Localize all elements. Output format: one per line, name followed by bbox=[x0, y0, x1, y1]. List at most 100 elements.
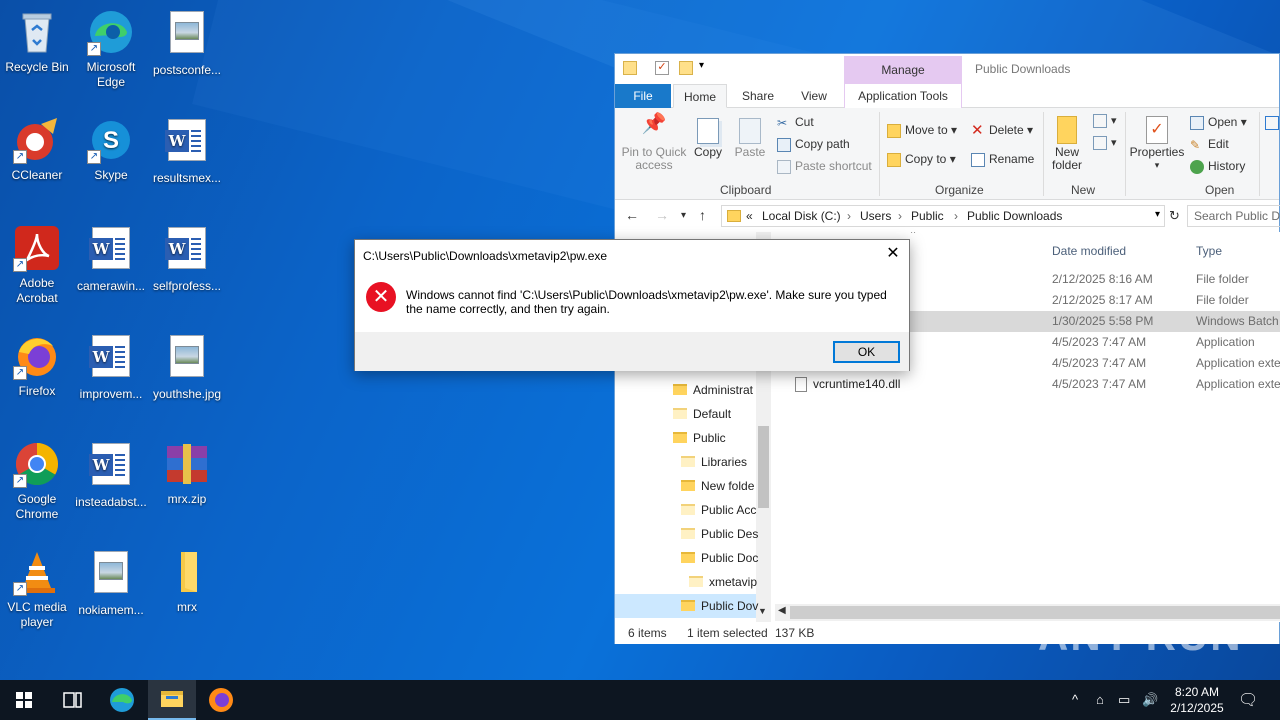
cut-button[interactable]: ✂ Cut bbox=[777, 115, 814, 130]
nav-item-new-folder[interactable]: New folde bbox=[681, 475, 754, 497]
tab-share[interactable]: Share bbox=[733, 84, 783, 108]
image-file-icon bbox=[87, 551, 135, 599]
address-dropdown-icon[interactable]: ▾ bbox=[1155, 209, 1160, 220]
desktop-icon-label: CCleaner bbox=[11, 168, 63, 182]
search-input[interactable]: Search Public Downloads bbox=[1187, 205, 1280, 227]
close-icon[interactable]: ✕ bbox=[883, 244, 903, 264]
breadcrumb-separator-icon: › bbox=[954, 209, 958, 223]
breadcrumb-public-downloads[interactable]: Public Downloads bbox=[967, 209, 1062, 223]
desktop-icon-acrobat[interactable]: ↗ Adobe Acrobat bbox=[0, 224, 74, 306]
file-row[interactable]: vcruntime140.dll 4/5/2023 7:47 AM Applic… bbox=[775, 374, 1280, 395]
pin-to-quick-access-button[interactable]: 📌 Pin to Quick access bbox=[621, 114, 687, 172]
desktop-icon-mrx-zip[interactable]: mrx.zip bbox=[150, 440, 224, 507]
taskbar-firefox[interactable] bbox=[197, 680, 245, 720]
desktop-icon-label: camerawin... bbox=[76, 279, 146, 293]
desktop-icon-mrx-folder[interactable]: mrx bbox=[150, 548, 224, 615]
desktop-icon-nokiamem[interactable]: nokiamem... bbox=[74, 548, 148, 618]
desktop-icon-youthshe[interactable]: youthshe.jpg bbox=[150, 332, 224, 402]
new-folder-button[interactable]: New folder bbox=[1047, 116, 1087, 172]
nav-item-public-desktop[interactable]: Public Des bbox=[681, 523, 758, 545]
tab-file[interactable]: File bbox=[615, 84, 671, 108]
breadcrumb-public[interactable]: Public bbox=[911, 209, 944, 223]
edit-icon: ✎ bbox=[1190, 137, 1201, 152]
nav-item-libraries[interactable]: Libraries bbox=[681, 451, 747, 473]
paste-button[interactable]: Paste bbox=[733, 118, 767, 159]
nav-item-public-documents[interactable]: Public Doc bbox=[681, 547, 758, 569]
folder-icon bbox=[673, 384, 687, 396]
nav-item-public[interactable]: Public bbox=[673, 427, 726, 449]
scroll-left-chevron-icon[interactable]: ◀ bbox=[778, 605, 786, 616]
show-hidden-icons-chevron-icon[interactable]: ^ bbox=[1072, 692, 1078, 707]
edit-button[interactable]: ✎ Edit bbox=[1190, 137, 1229, 152]
recent-locations-chevron-icon[interactable]: ▾ bbox=[681, 210, 686, 221]
notifications-icon[interactable]: 🗨 bbox=[1238, 690, 1258, 710]
taskbar-file-explorer[interactable] bbox=[148, 680, 196, 720]
desktop-icon-resultsmex[interactable]: W resultsmex... bbox=[150, 116, 224, 186]
nav-item-administrator[interactable]: Administrat bbox=[673, 379, 753, 401]
tab-application-tools[interactable]: Application Tools bbox=[844, 84, 962, 108]
volume-icon[interactable]: 🔊 bbox=[1142, 692, 1158, 708]
title-bar[interactable]: ✓ ▾ Manage Public Downloads bbox=[615, 54, 1279, 84]
taskbar-clock[interactable]: 8:20 AM 2/12/2025 bbox=[1160, 684, 1234, 716]
task-view-button[interactable] bbox=[48, 680, 96, 720]
selection-count: 1 item selected bbox=[687, 626, 768, 640]
scroll-down-chevron-icon[interactable]: ▼ bbox=[758, 606, 767, 616]
breadcrumb-local-disk[interactable]: Local Disk (C:) bbox=[762, 209, 841, 223]
refresh-icon[interactable]: ↻ bbox=[1169, 208, 1180, 224]
network-icon[interactable]: ▭ bbox=[1118, 692, 1130, 708]
desktop-icon-chrome[interactable]: ↗ Google Chrome bbox=[0, 440, 74, 522]
column-header-type[interactable]: Type bbox=[1196, 244, 1222, 258]
start-button[interactable] bbox=[0, 680, 48, 720]
properties-quick-icon[interactable]: ✓ bbox=[655, 61, 669, 75]
desktop-icon-skype[interactable]: S ↗ Skype bbox=[74, 116, 148, 183]
nav-item-default[interactable]: Default bbox=[673, 403, 731, 425]
taskbar-edge[interactable] bbox=[98, 680, 146, 720]
tab-view[interactable]: View bbox=[791, 84, 837, 108]
nav-scrollbar-thumb[interactable] bbox=[758, 426, 769, 508]
copy-path-button[interactable]: Copy path bbox=[777, 137, 850, 152]
properties-button[interactable]: ✓ Properties ▾ bbox=[1129, 116, 1185, 172]
ok-button[interactable]: OK bbox=[833, 341, 900, 363]
paste-shortcut-button[interactable]: Paste shortcut bbox=[777, 159, 872, 174]
desktop-icon-camerawin[interactable]: W camerawin... bbox=[74, 224, 148, 294]
desktop-icon-vlc[interactable]: ↗ VLC media player bbox=[0, 548, 74, 630]
new-item-button[interactable]: ▾ bbox=[1093, 114, 1117, 129]
column-header-date[interactable]: Date modified bbox=[1052, 244, 1126, 258]
address-field[interactable]: « Local Disk (C:) › Users › Public › Pub… bbox=[721, 205, 1165, 227]
history-button[interactable]: History bbox=[1190, 159, 1245, 174]
desktop-icon-label: Skype bbox=[94, 168, 128, 182]
folder-icon bbox=[681, 504, 695, 516]
desktop-icon-edge[interactable]: ↗ Microsoft Edge bbox=[74, 8, 148, 90]
breadcrumb-overflow[interactable]: « bbox=[746, 209, 753, 223]
copy-to-button[interactable]: Copy to ▾ bbox=[887, 152, 956, 167]
quick-access-dropdown-icon[interactable]: ▾ bbox=[699, 60, 704, 71]
forward-arrow-icon[interactable]: → bbox=[655, 207, 669, 223]
desktop-icon-ccleaner[interactable]: ↗ CCleaner bbox=[0, 116, 74, 183]
nav-item-xmetavip[interactable]: xmetavip bbox=[689, 571, 757, 593]
desktop-icon-label: Adobe Acrobat bbox=[16, 276, 58, 305]
tab-manage[interactable]: Manage bbox=[844, 56, 962, 84]
up-arrow-icon[interactable]: ↑ bbox=[699, 207, 706, 223]
copy-button[interactable]: Copy bbox=[691, 118, 725, 159]
desktop-icon-improvem[interactable]: W improvem... bbox=[74, 332, 148, 402]
select-all-button[interactable] bbox=[1265, 115, 1280, 130]
error-dialog[interactable]: C:\Users\Public\Downloads\xmetavip2\pw.e… bbox=[354, 239, 910, 371]
nav-item-public-account-pictures[interactable]: Public Acc bbox=[681, 499, 756, 521]
desktop-icon-recycle-bin[interactable]: Recycle Bin bbox=[0, 8, 74, 75]
tab-home[interactable]: Home bbox=[673, 84, 727, 108]
rename-button[interactable]: Rename bbox=[971, 152, 1034, 167]
desktop-icon-postsconfe[interactable]: postsconfe... bbox=[150, 8, 224, 78]
desktop-icon-firefox[interactable]: ↗ Firefox bbox=[0, 332, 74, 399]
device-icon[interactable]: ⌂ bbox=[1096, 692, 1104, 707]
desktop-icon-selfprofess[interactable]: W selfprofess... bbox=[150, 224, 224, 294]
delete-button[interactable]: ✕ Delete ▾ bbox=[971, 123, 1033, 138]
new-folder-quick-icon[interactable] bbox=[679, 61, 693, 75]
easy-access-button[interactable]: ▾ bbox=[1093, 136, 1117, 151]
easy-access-icon bbox=[1093, 136, 1107, 151]
desktop-icon-insteadabst[interactable]: W insteadabst... bbox=[74, 440, 148, 510]
nav-item-public-downloads[interactable]: Public Dov bbox=[681, 595, 758, 617]
breadcrumb-users[interactable]: Users bbox=[860, 209, 891, 223]
open-button[interactable]: Open ▾ bbox=[1190, 115, 1247, 130]
move-to-button[interactable]: Move to ▾ bbox=[887, 123, 957, 138]
back-arrow-icon[interactable]: ← bbox=[625, 207, 639, 223]
